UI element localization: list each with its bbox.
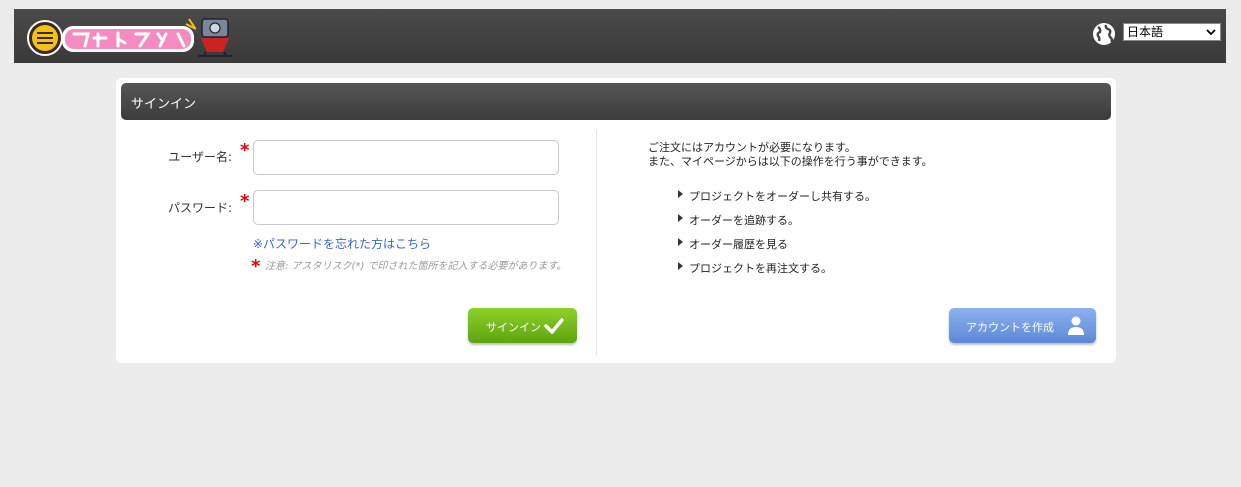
chevron-down-icon bbox=[1206, 29, 1216, 36]
signin-button[interactable]: サインイン bbox=[468, 308, 577, 343]
username-label: ユーザー名: bbox=[168, 150, 232, 164]
signin-button-label: サインイン bbox=[486, 321, 541, 334]
list-item: オーダー履歴を見る bbox=[676, 236, 876, 260]
user-icon bbox=[1068, 316, 1084, 335]
required-note: 注意: アスタリスク(*) で印された箇所を記入する必要があります。 bbox=[265, 261, 567, 272]
column-divider bbox=[596, 130, 597, 356]
globe-icon bbox=[1092, 22, 1116, 46]
list-item-label: プロジェクトをオーダーし共有する。 bbox=[689, 190, 876, 203]
signin-card: サインイン ユーザー名: * パスワード: * ※パスワードを忘れた方はこちら … bbox=[116, 78, 1116, 363]
create-account-button[interactable]: アカウントを作成 bbox=[949, 308, 1096, 343]
page-title: サインイン bbox=[131, 97, 197, 112]
list-item: プロジェクトをオーダーし共有する。 bbox=[676, 188, 876, 212]
card-header: サインイン bbox=[121, 83, 1111, 120]
required-marker: * bbox=[240, 191, 250, 212]
required-marker: * bbox=[240, 140, 250, 161]
list-item: プロジェクトを再注文する。 bbox=[676, 260, 876, 284]
info-line: また、マイページからは以下の操作を行う事ができます。 bbox=[648, 155, 933, 168]
top-header: 日本語 bbox=[14, 9, 1226, 63]
language-selected: 日本語 bbox=[1127, 25, 1164, 39]
username-field[interactable] bbox=[253, 140, 559, 175]
list-item-label: オーダーを追跡する。 bbox=[689, 214, 799, 227]
list-item: オーダーを追跡する。 bbox=[676, 212, 876, 236]
bullet-arrow-icon bbox=[678, 214, 683, 222]
account-info-text: ご注文にはアカウントが必要になります。 また、マイページからは以下の操作を行う事… bbox=[648, 141, 933, 169]
list-item-label: オーダー履歴を見る bbox=[689, 238, 788, 251]
language-select[interactable]: 日本語 bbox=[1123, 23, 1221, 41]
bullet-arrow-icon bbox=[678, 238, 683, 246]
password-label: パスワード: bbox=[167, 201, 232, 215]
brand-logo[interactable] bbox=[26, 16, 236, 58]
list-item-label: プロジェクトを再注文する。 bbox=[689, 262, 832, 275]
required-marker: * bbox=[251, 256, 261, 277]
bullet-arrow-icon bbox=[678, 190, 683, 198]
create-account-label: アカウントを作成 bbox=[966, 321, 1054, 334]
checkmark-icon bbox=[544, 318, 564, 334]
bullet-arrow-icon bbox=[678, 262, 683, 270]
password-field[interactable] bbox=[253, 190, 559, 225]
forgot-password-link[interactable]: ※パスワードを忘れた方はこちら bbox=[253, 235, 431, 252]
feature-list: プロジェクトをオーダーし共有する。 オーダーを追跡する。 オーダー履歴を見る プ… bbox=[676, 188, 876, 284]
info-line: ご注文にはアカウントが必要になります。 bbox=[648, 141, 856, 154]
